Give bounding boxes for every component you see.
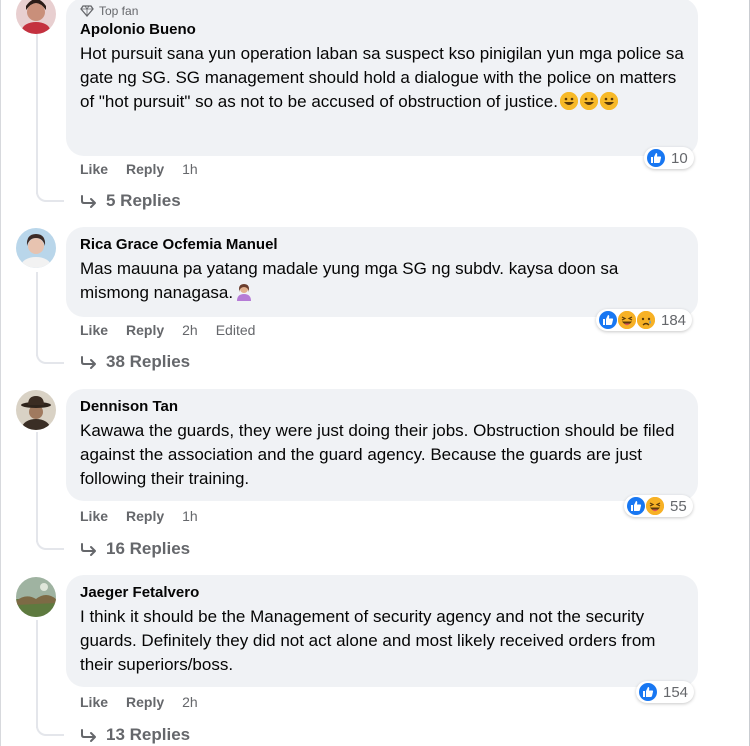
reaction-count: 184 [661,311,687,329]
thread-elbow [36,348,64,364]
avatar[interactable] [16,577,56,617]
replies-count-label: 16 Replies [106,539,191,558]
edited-label[interactable]: Edited [216,321,256,339]
comment-timestamp[interactable]: 1h [182,160,198,178]
grinning-face-icon [559,92,578,110]
reaction-count: 10 [671,149,688,167]
avatar[interactable] [16,228,56,268]
grinning-face-icon [599,92,618,110]
thread-line [36,34,38,194]
thread-elbow [36,720,64,736]
person-gesturing-icon [235,283,253,301]
like-button[interactable]: Like [80,160,108,178]
reaction-count: 154 [663,683,689,701]
reply-button[interactable]: Reply [126,693,164,711]
thread-line [36,272,38,356]
thumbs-up-icon [626,496,646,516]
comment-text: Kawawa the guards, they were just doing … [80,421,675,488]
replies-count-label: 13 Replies [106,725,191,744]
comment-bubble: Dennison Tan Kawawa the guards, they wer… [66,389,698,501]
like-button[interactable]: Like [80,693,108,711]
top-fan-label: Top fan [99,4,139,18]
reaction-summary[interactable]: 184 [596,309,693,331]
comment-bubble: Top fan Apolonio Bueno Hot pursuit sana … [66,0,698,156]
comment-actions: Like Reply 2h [80,693,216,711]
view-replies-link[interactable]: 5 Replies [80,191,181,211]
thread-line [36,620,38,728]
comment-author[interactable]: Dennison Tan [80,397,684,417]
view-replies-link[interactable]: 16 Replies [80,539,190,559]
view-replies-link[interactable]: 13 Replies [80,725,190,745]
comment-actions: Like Reply 1h [80,507,216,525]
reaction-summary[interactable]: 10 [644,147,694,169]
like-button[interactable]: Like [80,321,108,339]
comment-bubble: Rica Grace Ocfemia Manuel Mas mauuna pa … [66,227,698,317]
crying-face-icon [636,310,656,330]
reply-button[interactable]: Reply [126,321,164,339]
comment-author[interactable]: Rica Grace Ocfemia Manuel [80,235,684,255]
comment-actions: Like Reply 1h [80,160,216,178]
comment-text: Hot pursuit sana yun operation laban sa … [80,42,684,114]
avatar[interactable] [16,0,56,34]
avatar[interactable] [16,390,56,430]
panel-left-border [0,0,1,746]
comment-text: I think it should be the Management of s… [80,607,656,674]
reply-arrow-icon [81,729,96,742]
reply-arrow-icon [81,543,96,556]
like-button[interactable]: Like [80,507,108,525]
comment-actions: Like Reply 2h Edited [80,321,273,339]
reaction-summary[interactable]: 55 [624,495,693,517]
replies-count-label: 5 Replies [106,191,181,210]
comment-author[interactable]: Apolonio Bueno [80,20,684,40]
comment-author[interactable]: Jaeger Fetalvero [80,583,684,603]
thread-elbow [36,186,64,202]
view-replies-link[interactable]: 38 Replies [80,352,190,372]
comment-text-body: Mas mauuna pa yatang madale yung mga SG … [80,259,619,302]
replies-count-label: 38 Replies [106,352,191,371]
thread-elbow [36,534,64,550]
thumbs-up-icon [638,682,658,702]
grinning-face-icon [579,92,598,110]
comment-timestamp[interactable]: 2h [182,321,198,339]
comment-timestamp[interactable]: 2h [182,693,198,711]
reply-arrow-icon [81,356,96,369]
reply-arrow-icon [81,195,96,208]
laughing-face-icon [645,496,665,516]
comment-bubble: Jaeger Fetalvero I think it should be th… [66,575,698,687]
diamond-icon [80,5,94,17]
thread-line [36,432,38,542]
comment-timestamp[interactable]: 1h [182,507,198,525]
top-fan-badge[interactable]: Top fan [80,4,684,18]
laughing-face-icon [617,310,637,330]
reply-button[interactable]: Reply [126,507,164,525]
comment-text: Mas mauuna pa yatang madale yung mga SG … [80,257,684,305]
thumbs-up-icon [646,148,666,168]
reaction-summary[interactable]: 154 [636,681,695,703]
thumbs-up-icon [598,310,618,330]
reaction-count: 55 [670,497,687,515]
reply-button[interactable]: Reply [126,160,164,178]
